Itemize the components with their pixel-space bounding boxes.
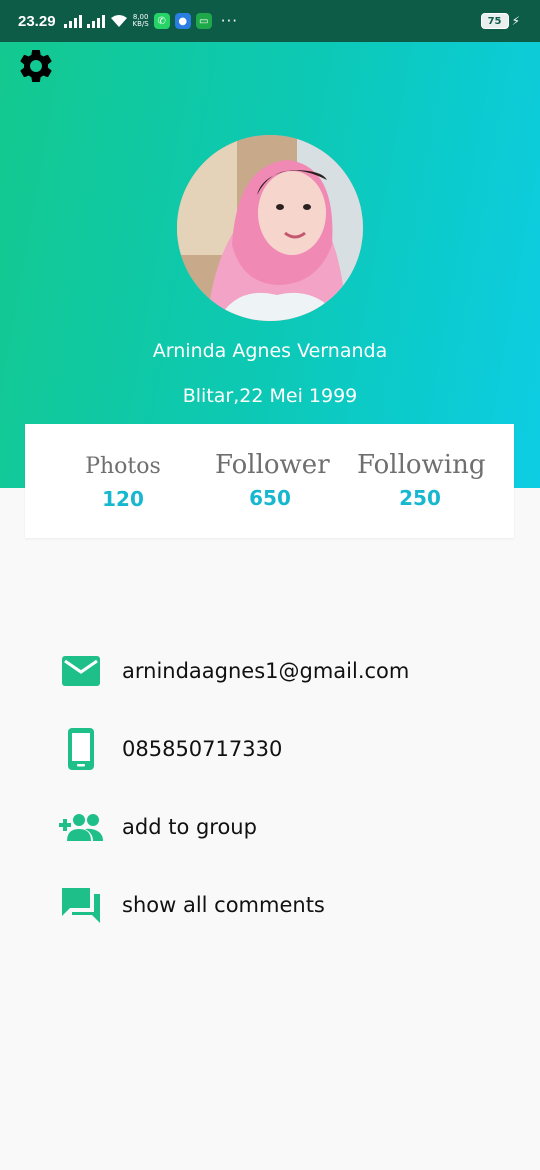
avatar-photo	[177, 135, 363, 321]
status-icons: 8,00 KB/S ✆ ● ▭ ···	[63, 12, 239, 30]
add-to-group-text: add to group	[122, 815, 257, 839]
signal-icon	[63, 14, 82, 28]
phone-text: 085850717330	[122, 737, 283, 761]
stat-photos-label: Photos	[85, 454, 161, 479]
email-text: arnindaagnes1@gmail.com	[122, 659, 410, 683]
stat-photos-value: 120	[102, 487, 144, 511]
wifi-icon	[110, 15, 127, 27]
profile-avatar[interactable]	[177, 135, 363, 321]
phone-icon	[56, 724, 106, 774]
net-speed-unit: KB/S	[132, 20, 149, 28]
stat-photos[interactable]: Photos 120	[75, 424, 171, 511]
messenger-icon: ●	[174, 13, 191, 29]
stat-following-label: Following	[357, 450, 486, 480]
email-icon	[56, 646, 106, 696]
stat-following-value: 250	[399, 486, 441, 510]
status-bar: 23.29 8,00 KB/S ✆ ● ▭ ··· 75 ⚡	[0, 0, 540, 42]
whatsapp-icon: ✆	[153, 13, 170, 29]
show-comments-row[interactable]: show all comments	[56, 880, 496, 930]
add-to-group-row[interactable]: add to group	[56, 802, 496, 852]
email-row[interactable]: arnindaagnes1@gmail.com	[56, 646, 496, 696]
group-add-icon	[56, 802, 106, 852]
more-notifications-icon: ···	[220, 12, 239, 30]
stat-follower[interactable]: Follower 650	[215, 424, 330, 510]
comments-icon	[56, 880, 106, 930]
status-time: 23.29	[18, 12, 56, 30]
battery-indicator: 75 ⚡	[480, 13, 520, 29]
net-speed: 8,00 KB/S	[133, 14, 149, 28]
stat-follower-label: Follower	[215, 450, 330, 480]
signal-icon-2	[86, 14, 105, 28]
stat-following[interactable]: Following 250	[357, 424, 486, 510]
phone-row[interactable]: 085850717330	[56, 724, 496, 774]
line-icon: ▭	[195, 13, 212, 29]
battery-icon: 75	[480, 13, 509, 29]
profile-birth-info: Blitar,22 Mei 1999	[182, 385, 358, 407]
profile-name: Arninda Agnes Vernanda	[152, 340, 388, 362]
show-comments-text: show all comments	[122, 893, 325, 917]
charging-icon: ⚡	[511, 14, 520, 28]
settings-gear-icon[interactable]	[16, 46, 56, 86]
stat-follower-value: 650	[249, 486, 291, 510]
stats-card: Photos 120 Follower 650 Following 250	[25, 424, 514, 538]
